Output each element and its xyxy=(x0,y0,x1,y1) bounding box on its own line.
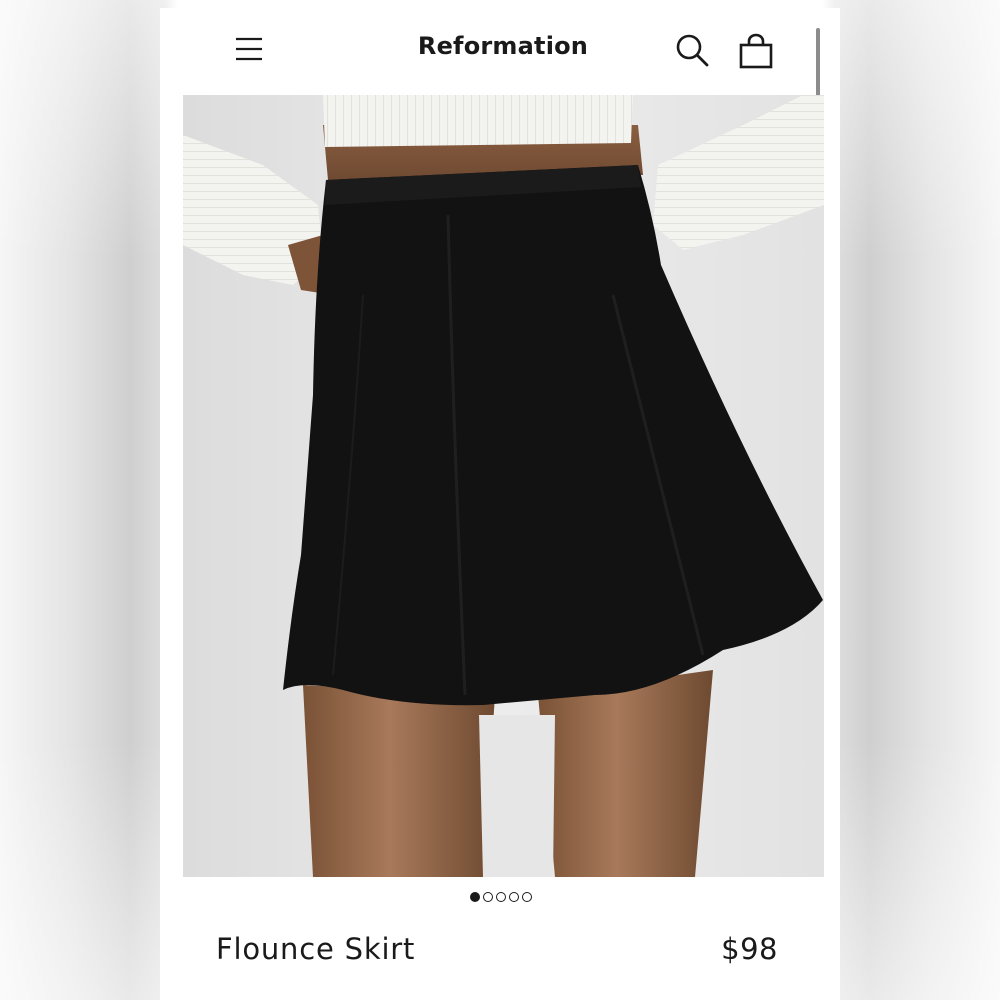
product-name: Flounce Skirt xyxy=(216,932,416,966)
carousel-dot[interactable] xyxy=(522,892,532,902)
product-image[interactable] xyxy=(183,95,824,877)
shopping-bag-icon[interactable] xyxy=(738,32,774,70)
carousel-dot[interactable] xyxy=(470,892,480,902)
brand-logo[interactable]: Reformation xyxy=(360,32,646,60)
carousel-dot[interactable] xyxy=(496,892,506,902)
carousel-dot[interactable] xyxy=(509,892,519,902)
app-screen: Reformation Flounce Skirt $98 xyxy=(160,8,840,1000)
carousel-pagination xyxy=(160,888,840,908)
carousel-dot[interactable] xyxy=(483,892,493,902)
search-icon[interactable] xyxy=(674,32,710,68)
site-header: Reformation xyxy=(160,8,840,250)
product-price: $98 xyxy=(721,932,778,966)
hamburger-menu-icon[interactable] xyxy=(234,34,264,64)
